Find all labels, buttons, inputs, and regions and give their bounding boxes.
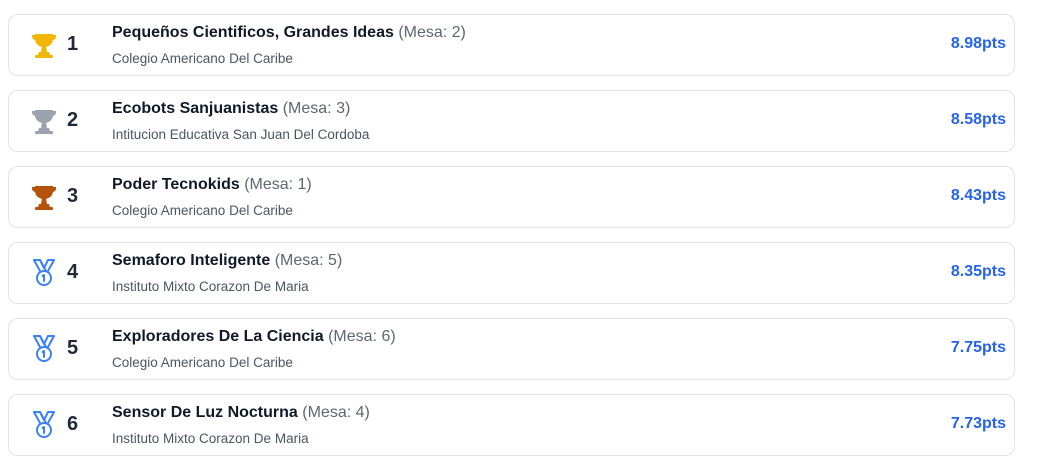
trophy-silver-icon xyxy=(29,105,59,137)
ranking-row[interactable]: 4 Semaforo Inteligente (Mesa: 5) Institu… xyxy=(8,242,1015,304)
score-value: 7.75pts xyxy=(950,339,1006,356)
rank-number: 3 xyxy=(67,185,79,207)
ranking-row[interactable]: 5 Exploradores De La Ciencia (Mesa: 6) C… xyxy=(8,318,1015,380)
ranking-list: 1 Pequeños Cientificos, Grandes Ideas (M… xyxy=(8,14,1015,470)
project-name: Exploradores De La Ciencia xyxy=(112,328,324,345)
rank-number: 2 xyxy=(67,109,79,131)
score-value: 8.98pts xyxy=(950,35,1006,52)
mesa-label: (Mesa: 6) xyxy=(328,328,396,345)
school-name: Instituto Mixto Corazon De Maria xyxy=(112,431,309,446)
score-value: 8.43pts xyxy=(950,187,1006,204)
project-title: Sensor De Luz Nocturna (Mesa: 4) xyxy=(112,404,370,422)
mesa-label: (Mesa: 2) xyxy=(398,24,466,41)
rank-number: 5 xyxy=(67,337,79,359)
school-name: Instituto Mixto Corazon De Maria xyxy=(112,279,309,294)
school-name: Colegio Americano Del Caribe xyxy=(112,203,293,218)
mesa-label: (Mesa: 3) xyxy=(282,100,351,117)
medal-icon xyxy=(29,257,59,289)
school-name: Intitucion Educativa San Juan Del Cordob… xyxy=(112,127,370,142)
medal-icon xyxy=(29,409,59,441)
score-value: 8.35pts xyxy=(950,263,1006,280)
project-title: Exploradores De La Ciencia (Mesa: 6) xyxy=(112,328,396,346)
project-name: Sensor De Luz Nocturna xyxy=(112,404,298,421)
score-value: 8.58pts xyxy=(950,111,1006,128)
mesa-label: (Mesa: 5) xyxy=(274,252,343,269)
project-title: Ecobots Sanjuanistas (Mesa: 3) xyxy=(112,100,350,118)
project-name: Poder Tecnokids xyxy=(112,176,240,193)
rank-number: 6 xyxy=(67,413,79,435)
ranking-row[interactable]: 6 Sensor De Luz Nocturna (Mesa: 4) Insti… xyxy=(8,394,1015,456)
project-name: Ecobots Sanjuanistas xyxy=(112,100,279,117)
school-name: Colegio Americano Del Caribe xyxy=(112,355,293,370)
project-title: Semaforo Inteligente (Mesa: 5) xyxy=(112,252,342,270)
project-name: Semaforo Inteligente xyxy=(112,252,271,269)
project-name: Pequeños Cientificos, Grandes Ideas xyxy=(112,24,394,41)
score-value: 7.73pts xyxy=(950,415,1006,432)
trophy-gold-icon xyxy=(29,29,59,61)
mesa-label: (Mesa: 1) xyxy=(244,176,312,193)
school-name: Colegio Americano Del Caribe xyxy=(112,51,293,66)
project-title: Pequeños Cientificos, Grandes Ideas (Mes… xyxy=(112,24,466,42)
ranking-row[interactable]: 3 Poder Tecnokids (Mesa: 1) Colegio Amer… xyxy=(8,166,1015,228)
ranking-row[interactable]: 1 Pequeños Cientificos, Grandes Ideas (M… xyxy=(8,14,1015,76)
rank-number: 4 xyxy=(67,261,79,283)
ranking-row[interactable]: 2 Ecobots Sanjuanistas (Mesa: 3) Intituc… xyxy=(8,90,1015,152)
project-title: Poder Tecnokids (Mesa: 1) xyxy=(112,176,312,194)
trophy-bronze-icon xyxy=(29,181,59,213)
mesa-label: (Mesa: 4) xyxy=(302,404,370,421)
medal-icon xyxy=(29,333,59,365)
rank-number: 1 xyxy=(67,33,79,55)
